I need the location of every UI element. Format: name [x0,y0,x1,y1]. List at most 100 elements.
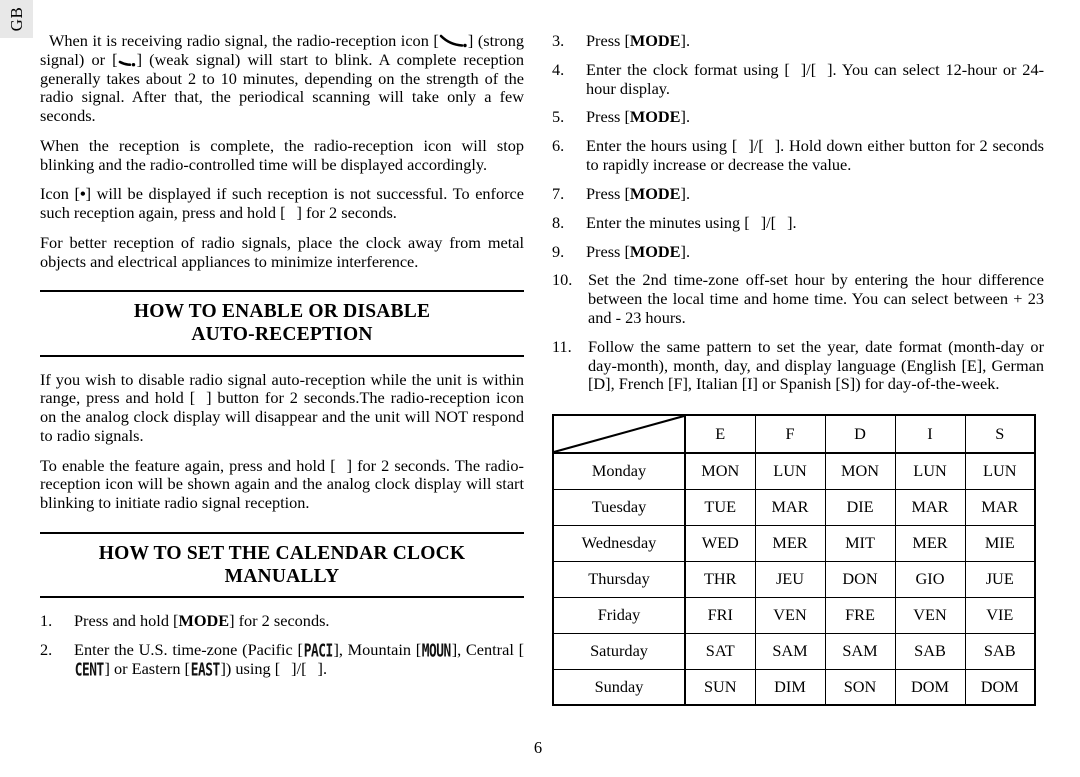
manual-steps-list-right: 3. Press [MODE]. 4. Enter the clock format … [552,31,1044,394]
text-run: For better reception of radio signals, p… [40,232,524,271]
text-run: ]/[ [748,136,764,156]
table-cell: TUE [684,488,756,526]
page-number: 6 [0,738,1080,758]
table-cell: SUN [684,668,756,706]
table-row: Tuesday TUE MAR DIE MAR MAR [552,488,1036,526]
button-placeholder [336,456,347,475]
table-cell: JEU [754,560,826,598]
emphasis-label: MODE [629,31,681,50]
step-number: 7. [552,183,565,203]
table-cell: FRI [684,596,756,634]
table-cell: DIM [754,668,826,706]
table-cell: LUN [964,452,1036,490]
text-run: ]/[ [800,59,817,79]
language-tab-label: GB [6,6,26,32]
step-item: 2. Enter the U.S. time-zone (Pacific [PAC… [40,640,524,681]
lcd-display-text: CENT [74,659,104,681]
language-tab: GB [0,0,33,38]
step-item: 5. Press [MODE]. [552,108,1044,127]
table-row-header: Saturday [552,632,686,670]
table-row: Friday FRI VEN FRE VEN VIE [552,596,1036,634]
step-number: 11. [552,336,572,356]
table-column-header-d: D [824,414,896,455]
table-column-header-s: S [964,414,1036,455]
text-run: ] will be displayed if such reception is… [40,184,524,223]
step-item: 6. Enter the hours using []/[]. Hold down… [552,136,1044,175]
heading-line-1: HOW TO ENABLE OR DISABLE [133,301,431,323]
text-run: Press [ [586,183,630,203]
table-cell: SON [824,668,896,706]
rule-below [40,596,524,599]
button-placeholder [764,136,775,155]
heading-line-1: HOW TO SET THE CALENDAR CLOCK [98,543,466,564]
p-disable-auto: If you wish to disable radio signal auto… [40,370,524,446]
text-run: ]) using [ [220,658,281,678]
table-header-row: EFDIS [552,414,1036,455]
button-placeholder [776,213,787,232]
table-column-header-i: I [894,414,966,455]
step-number: 9. [552,241,565,261]
text-run: Press [ [586,107,630,127]
text-run: ]. [787,212,797,232]
button-placeholder [195,388,206,407]
step-item: 9. Press [MODE]. [552,241,1044,262]
diagonal-divider-icon [554,416,684,453]
text-run: ]/[ [760,212,777,232]
auto-reception-paragraphs: If you wish to disable radio signal auto… [40,370,524,513]
table-corner-cell [552,414,686,455]
section-heading-auto-reception: HOW TO ENABLE OR DISABLE AUTO-RECEPTION [40,290,524,357]
button-placeholder [790,60,801,79]
text-run: ]. [680,107,691,127]
rule-below [40,354,524,357]
table-cell: JUE [964,560,1036,598]
table-row-header: Friday [552,596,686,634]
table-cell: SAT [684,632,756,670]
page-number-value: 6 [533,738,543,757]
table-cell: DIE [824,488,896,526]
day-of-week-table: EFDIS Monday MON LUN MON LUN LUN Tuesday TUE MAR… [552,414,1036,707]
lcd-display-text: MOUN [421,640,451,662]
heading-line-2: AUTO-RECEPTION [191,324,373,346]
text-run: ] for 2 seconds. [229,611,330,631]
step-number: 6. [552,136,565,156]
table-cell: THR [684,560,756,598]
text-run: When the reception is complete, the radi… [40,135,524,174]
emphasis-label: MODE [178,611,230,631]
text-run: To enable the feature again, press and h… [40,455,336,475]
table-row: Monday MON LUN MON LUN LUN [552,452,1036,490]
text-run: ]. [680,183,691,203]
p-reception-complete: When the reception is complete, the radi… [40,135,524,175]
p-enable-again: To enable the feature again, press and h… [40,455,524,513]
table-row: Saturday SAT SAM SAM SAB SAB [552,632,1036,670]
table-cell: VEN [754,596,826,634]
text-run: When it is receiving radio signal, the r… [49,31,439,50]
text-run: Press and hold [ [74,611,179,631]
table-cell: MAR [894,488,966,526]
table-cell: MAR [964,488,1036,526]
table-row-header: Wednesday [552,524,686,562]
button-placeholder [750,213,761,232]
text-run: Icon [ [40,184,80,204]
table-column-header-f: F [754,414,826,455]
table-row: Thursday THR JEU DON GIO JUE [552,560,1036,598]
table-cell: MER [894,524,966,562]
step-item: 4. Enter the clock format using []/[]. Yo… [552,59,1044,99]
step-number: 3. [552,31,565,50]
step-number: 5. [552,107,565,127]
emphasis-label: MODE [629,107,681,127]
step-item: 7. Press [MODE]. [552,183,1044,204]
text-run: Enter the clock format using [ [586,59,790,79]
table-cell: SAM [824,632,896,670]
text-run: ], Mountain [ [333,640,422,660]
signal-strong-icon [439,34,468,48]
table-cell: MON [824,452,896,490]
table-cell: DOM [964,668,1036,706]
table-cell: SAB [894,632,966,670]
table-column-header-e: E [684,414,756,455]
table-cell: MIE [964,524,1036,562]
table-cell: VIE [964,596,1036,634]
day-of-week-table-container: EFDIS Monday MON LUN MON LUN LUN Tuesday TUE MAR… [552,414,1044,707]
table-cell: SAM [754,632,826,670]
heading-text: HOW TO ENABLE OR DISABLE AUTO-RECEPTION [40,292,524,354]
table-row-header: Monday [552,452,686,490]
